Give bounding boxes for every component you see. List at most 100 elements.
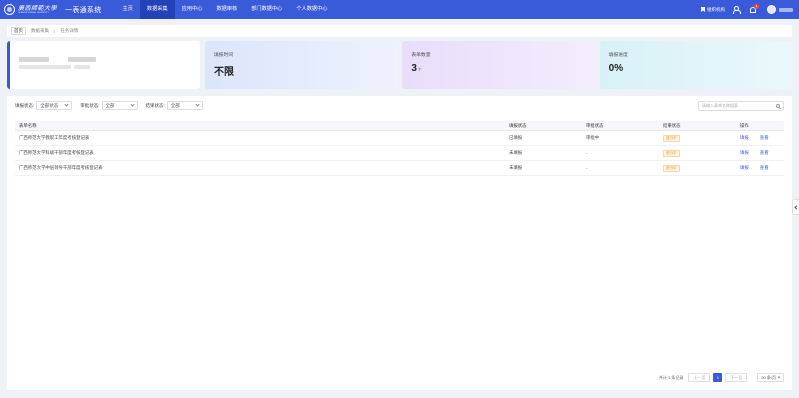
breadcrumb-separator: / bbox=[54, 28, 56, 34]
redacted-text bbox=[68, 57, 96, 62]
page-number-current[interactable]: 1 bbox=[713, 373, 723, 382]
top-navbar: 廣西師範大學 GUANGXI NORMAL UNIVERSITY 一表通系统 主… bbox=[0, 0, 799, 19]
form-count-unit: 个 bbox=[417, 67, 422, 72]
audit-status: 审批中 bbox=[586, 135, 600, 140]
result-status-cell: 进行中 bbox=[659, 164, 736, 172]
chevron-down-icon bbox=[777, 375, 781, 378]
result-status-cell: 进行中 bbox=[659, 149, 736, 157]
users-icon[interactable] bbox=[733, 5, 742, 14]
search-input[interactable]: 请输入表单名称搜索 bbox=[698, 101, 784, 111]
main-nav: 主页 数据采集 应用中心 数据审核 部门数据中心 个人数据中心 bbox=[116, 0, 335, 19]
fill-progress-card: 填报进度 0% bbox=[599, 41, 792, 89]
redacted-text bbox=[19, 65, 71, 69]
next-page-button[interactable]: 下一页 bbox=[725, 373, 748, 382]
view-link[interactable]: 查看 bbox=[760, 165, 769, 171]
fill-time-value: 不限 bbox=[214, 67, 234, 78]
breadcrumb-level2: 任务详情 bbox=[60, 28, 79, 33]
table-row: 广西师范大学科级干部年度考核登记表 未填报 - 进行中 填报 查看 bbox=[15, 146, 784, 161]
table-row: 广西师范大学教职工年度考核登记表 已填报 审批中 进行中 填报 查看 bbox=[15, 131, 784, 146]
fill-status: 未填报 bbox=[509, 150, 523, 155]
university-logo[interactable]: 廣西師範大學 GUANGXI NORMAL UNIVERSITY bbox=[4, 0, 57, 19]
notification-button[interactable]: 1 bbox=[749, 3, 759, 14]
logo-cn: 廣西師範大學 bbox=[18, 4, 58, 12]
university-seal-icon bbox=[4, 4, 15, 15]
view-link[interactable]: 查看 bbox=[760, 150, 769, 156]
table-header: 表单名称 填报状态 审批状态 结果状态 操作 bbox=[15, 121, 784, 131]
status-badge: 进行中 bbox=[663, 134, 680, 142]
form-count-value: 3 bbox=[411, 63, 417, 74]
fill-status-select[interactable]: 全部状态 bbox=[36, 101, 73, 110]
form-name: 广西师范大学教职工年度考核登记表 bbox=[19, 135, 90, 140]
user-name-redacted[interactable] bbox=[779, 7, 793, 12]
audit-status: - bbox=[586, 150, 588, 156]
chevron-down-icon bbox=[129, 102, 135, 107]
audit-status-value: 全部 bbox=[105, 102, 115, 108]
fill-link[interactable]: 填报 bbox=[740, 150, 749, 156]
form-count-value-wrap: 3个 bbox=[411, 63, 594, 74]
task-panel: 填报状态: 全部状态 审批状态: 全部 结果状态: 全部 请输入表单名称搜索 表… bbox=[7, 96, 792, 390]
notification-badge: 1 bbox=[754, 3, 759, 9]
result-status-select[interactable]: 全部 bbox=[166, 101, 203, 110]
header-audit-status: 审批状态 bbox=[586, 122, 604, 128]
header-result-status: 结果状态 bbox=[663, 122, 681, 128]
total-records: 共计 3 条记录 bbox=[658, 374, 684, 380]
logo-en: GUANGXI NORMAL UNIVERSITY bbox=[18, 11, 49, 14]
logo-text: 廣西師範大學 GUANGXI NORMAL UNIVERSITY bbox=[18, 5, 57, 15]
fill-time-card: 填报时间 不限 bbox=[205, 41, 398, 89]
breadcrumb: 首页 数据采集 / 任务详情 bbox=[7, 25, 792, 37]
nav-item-data-collection[interactable]: 数据采集 bbox=[139, 0, 175, 19]
fill-progress-value: 0% bbox=[608, 63, 624, 74]
org-chart-button[interactable]: 组织机构 bbox=[701, 7, 725, 13]
fill-progress-label: 填报进度 bbox=[608, 53, 628, 58]
fill-status: 未填报 bbox=[509, 165, 523, 170]
avatar[interactable] bbox=[767, 5, 776, 14]
result-status-value: 全部 bbox=[170, 102, 180, 108]
row-actions: 填报 查看 bbox=[736, 165, 784, 171]
fill-link[interactable]: 填报 bbox=[740, 165, 749, 171]
fill-status: 已填报 bbox=[509, 135, 523, 140]
result-status-label: 结果状态: bbox=[145, 102, 165, 108]
stat-cards: 填报时间 不限 表单数量 3个 填报进度 0% bbox=[7, 41, 792, 89]
pagination: 共计 3 条记录 上一页 1 下一页 20 条/页 bbox=[659, 373, 784, 382]
form-table: 表单名称 填报状态 审批状态 结果状态 操作 广西师范大学教职工年度考核登记表 … bbox=[15, 121, 784, 176]
table-row: 广西师范大学中层领导干部年度考核登记表 未填报 - 进行中 填报 查看 bbox=[15, 161, 784, 176]
form-count-label: 表单数量 bbox=[411, 53, 431, 58]
fill-link[interactable]: 填报 bbox=[740, 135, 749, 141]
system-name: 一表通系统 bbox=[65, 6, 102, 14]
top-right-tools: 组织机构 1 bbox=[701, 0, 799, 19]
header-form-name: 表单名称 bbox=[19, 122, 37, 128]
form-count-card: 表单数量 3个 bbox=[402, 41, 595, 89]
chevron-down-icon bbox=[195, 102, 200, 107]
page-size-select[interactable]: 20 条/页 bbox=[757, 373, 784, 382]
nav-item-personal-data-center[interactable]: 个人数据中心 bbox=[289, 0, 334, 19]
audit-status-select[interactable]: 全部 bbox=[101, 101, 138, 110]
bookmark-icon bbox=[701, 7, 705, 12]
row-actions: 填报 查看 bbox=[736, 150, 784, 156]
nav-item-dept-data-center[interactable]: 部门数据中心 bbox=[244, 0, 289, 19]
redacted-text bbox=[19, 57, 49, 62]
fill-status-label: 填报状态: bbox=[15, 102, 35, 108]
redacted-text bbox=[74, 65, 90, 69]
search-icon[interactable] bbox=[776, 104, 780, 108]
header-actions: 操作 bbox=[740, 122, 749, 128]
org-chart-label: 组织机构 bbox=[707, 6, 725, 12]
breadcrumb-home[interactable]: 首页 bbox=[11, 27, 26, 35]
chevron-down-icon bbox=[64, 102, 69, 107]
fill-time-label: 填报时间 bbox=[214, 53, 234, 58]
status-badge: 进行中 bbox=[663, 149, 680, 157]
audit-status-label: 审批状态: bbox=[80, 102, 100, 108]
prev-page-button[interactable]: 上一页 bbox=[688, 373, 711, 382]
view-link[interactable]: 查看 bbox=[760, 135, 769, 141]
status-badge: 进行中 bbox=[663, 164, 680, 172]
breadcrumb-level1[interactable]: 数据采集 bbox=[31, 28, 49, 34]
fill-status-value: 全部状态 bbox=[40, 102, 59, 108]
search-placeholder: 请输入表单名称搜索 bbox=[702, 103, 738, 108]
audit-status: - bbox=[586, 165, 588, 171]
row-actions: 填报 查看 bbox=[736, 135, 784, 141]
chevron-left-icon bbox=[794, 204, 799, 210]
nav-item-app-center[interactable]: 应用中心 bbox=[175, 0, 210, 19]
nav-item-data-review[interactable]: 数据审核 bbox=[209, 0, 244, 19]
nav-item-home[interactable]: 主页 bbox=[116, 0, 140, 19]
form-name: 广西师范大学中层领导干部年度考核登记表 bbox=[19, 165, 103, 170]
side-panel-toggle[interactable] bbox=[792, 199, 799, 215]
